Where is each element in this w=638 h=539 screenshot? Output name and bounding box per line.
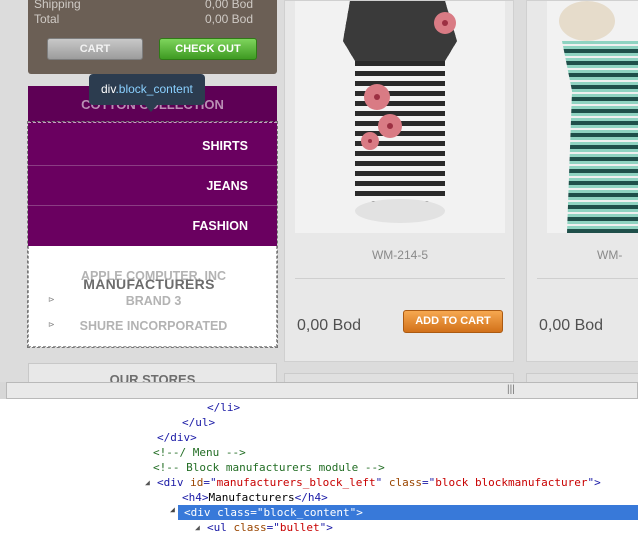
- html-tree-node[interactable]: </div>: [0, 430, 638, 445]
- menu-item-label: JEANS: [206, 179, 248, 193]
- manufacturers-title: MANUFACTURERS: [83, 276, 215, 292]
- html-token: ": [375, 476, 389, 489]
- html-tree-node[interactable]: ◢ <ul class="bullet">: [0, 520, 638, 535]
- html-tree-node[interactable]: <h4>Manufacturers</h4>: [0, 490, 638, 505]
- html-token: id: [190, 476, 204, 489]
- tooltip-arrow-icon: [144, 104, 158, 112]
- html-tree-node-text: <div class="block_content">: [184, 505, 363, 520]
- menu-item-shirts[interactable]: SHIRTS: [28, 126, 277, 166]
- product-image[interactable]: [295, 1, 505, 233]
- bullet-icon: ⊳: [48, 320, 55, 329]
- product-name[interactable]: WM-214-5: [285, 248, 515, 262]
- manufacturers-block: APPLE COMPUTER, INC BRAND 3 SHURE INCORP…: [28, 246, 277, 347]
- html-tree-node-text: <ul class="bullet">: [207, 520, 333, 535]
- inspector-tooltip: div.block_content: [89, 74, 205, 105]
- html-token: manufacturers_block_left: [216, 476, 376, 489]
- html-tree-node-text: <!--/ Menu -->: [153, 445, 246, 460]
- menu-item-fashion[interactable]: FASHION: [28, 206, 277, 246]
- product-price: 0,00 Bod: [297, 317, 362, 334]
- product-card: WM- 0,00 Bod: [526, 0, 638, 362]
- html-tree-node-text: <!-- Block manufacturers module -->: [153, 460, 385, 475]
- html-token: =": [250, 506, 264, 519]
- product-divider: [537, 278, 638, 279]
- html-token: ">: [349, 506, 363, 519]
- menu-item-label: SHIRTS: [202, 139, 248, 153]
- html-token: block blockmanufacturer: [435, 476, 588, 489]
- product-divider: [295, 278, 505, 279]
- product-card-next: [526, 373, 638, 382]
- html-token: </h4>: [294, 491, 328, 504]
- shipping-label: Shipping: [34, 0, 81, 11]
- manufacturer-link-shure[interactable]: SHURE INCORPORATED: [29, 319, 278, 333]
- html-tree-node-text: <div id="manufacturers_block_left" class…: [157, 475, 601, 490]
- total-label: Total: [34, 12, 60, 26]
- manufacturer-link-brand3[interactable]: BRAND 3: [29, 294, 278, 308]
- html-tree-node-text: </ul>: [182, 415, 215, 430]
- product-name[interactable]: WM-: [597, 248, 638, 262]
- expand-twisty-icon[interactable]: ◢: [195, 520, 200, 535]
- shipping-row: Shipping 0,00 Bod: [34, 0, 253, 11]
- our-stores-heading: OUR STORES: [109, 372, 196, 382]
- html-token: <ul: [207, 521, 234, 534]
- tooltip-class: .block_content: [115, 82, 193, 96]
- product-card: WM-214-5 0,00 Bod ADD TO CART: [284, 0, 514, 362]
- html-token: <!--/ Menu -->: [153, 446, 246, 459]
- cart-button[interactable]: CART: [47, 38, 143, 60]
- striped-shirt-image: [295, 1, 505, 233]
- html-token: class: [233, 521, 267, 534]
- product-image[interactable]: [547, 1, 638, 233]
- expand-twisty-icon[interactable]: ◢: [145, 475, 150, 490]
- html-tree-node[interactable]: </li>: [0, 400, 638, 415]
- product-card-next: [284, 373, 514, 382]
- html-token: bullet: [279, 521, 320, 534]
- html-token: <div: [184, 506, 218, 519]
- html-token: </div>: [157, 431, 197, 444]
- html-token: class: [388, 476, 422, 489]
- html-tree-node-text: </div>: [157, 430, 197, 445]
- html-token: <div: [157, 476, 191, 489]
- html-token: =": [203, 476, 217, 489]
- cart-summary: Shipping 0,00 Bod Total 0,00 Bod CART CH…: [28, 0, 277, 74]
- html-token: </li>: [207, 401, 241, 414]
- html-token: <!-- Block manufacturers module -->: [153, 461, 385, 474]
- html-tree-node[interactable]: <!-- Block manufacturers module -->: [0, 460, 638, 475]
- add-to-cart-button[interactable]: ADD TO CART: [403, 310, 503, 333]
- checkout-button[interactable]: CHECK OUT: [159, 38, 257, 60]
- html-token: </ul>: [182, 416, 216, 429]
- menu-item-label: FASHION: [192, 219, 248, 233]
- html-tree-node[interactable]: </ul>: [0, 415, 638, 430]
- html-tree-node-text: </li>: [207, 400, 240, 415]
- html-tree-node-selected[interactable]: <div class="block_content">: [178, 505, 638, 520]
- html-token: ">: [319, 521, 333, 534]
- resize-grip-icon[interactable]: |||: [507, 384, 515, 395]
- html-tree-node[interactable]: <!--/ Menu -->: [0, 445, 638, 460]
- our-stores-block: OUR STORES: [28, 363, 277, 382]
- menu-item-jeans[interactable]: JEANS: [28, 166, 277, 206]
- expand-twisty-icon[interactable]: ◢: [170, 505, 175, 514]
- html-token: block_content: [263, 506, 350, 519]
- shop-page: Shipping 0,00 Bod Total 0,00 Bod CART CH…: [0, 0, 638, 382]
- html-token: class: [217, 506, 251, 519]
- total-value: 0,00 Bod: [204, 12, 253, 26]
- html-token: =": [266, 521, 280, 534]
- total-row: Total 0,00 Bod: [34, 12, 253, 26]
- html-token: =": [421, 476, 436, 489]
- html-token: Manufacturers: [208, 491, 295, 504]
- html-token: ">: [587, 476, 601, 489]
- html-tree-node[interactable]: ◢ <div id="manufacturers_block_left" clas…: [0, 475, 638, 490]
- bullet-icon: ⊳: [48, 295, 55, 304]
- html-tree-node-text: <h4>Manufacturers</h4>: [182, 490, 328, 505]
- devtools-splitter[interactable]: |||: [6, 382, 638, 399]
- html-token: <h4>: [182, 491, 209, 504]
- devtools-html-panel: </li> </ul> </div> <!--/ Menu --> <!-- Block…: [0, 399, 638, 539]
- shipping-value: 0,00 Bod: [204, 0, 253, 11]
- tooltip-tag: div: [101, 82, 116, 96]
- product-price: 0,00 Bod: [539, 317, 604, 334]
- green-striped-shirt-image: [547, 1, 638, 233]
